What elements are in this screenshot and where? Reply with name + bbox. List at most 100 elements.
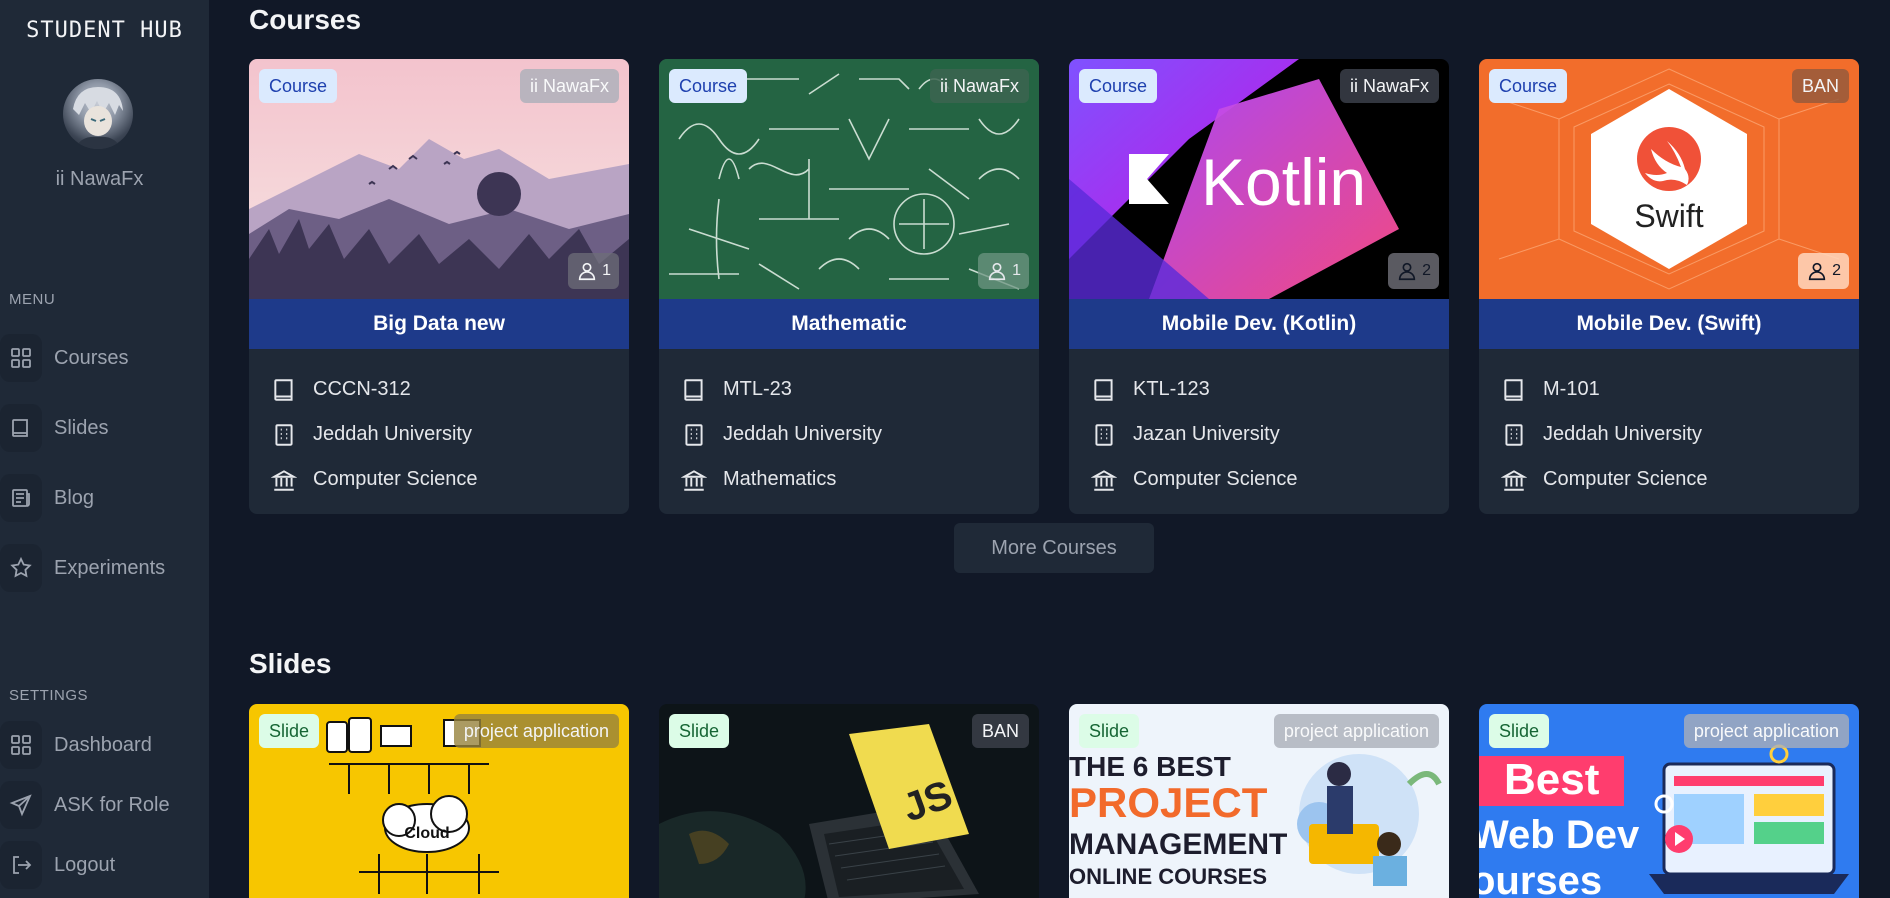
book-icon [1504,378,1523,401]
sidebar-item-label: Logout [54,853,116,876]
book-icon [274,378,293,401]
slide-card[interactable]: JS Slide BAN [659,704,1039,898]
university-name: Jeddah University [723,423,882,445]
university-name: Jeddah University [1543,423,1702,445]
sidebar-item-slides[interactable]: Slides [0,402,209,454]
sidebar-item-label: ASK for Role [54,793,170,816]
cloud-label: Cloud [404,825,449,842]
more-courses-button[interactable]: More Courses [954,523,1154,573]
department-name: Computer Science [1133,468,1298,490]
members-count: 2 [1422,262,1431,279]
institution-icon [681,469,707,491]
slide-card[interactable]: Cloud Slide project application [249,704,629,898]
avatar[interactable] [63,79,133,149]
building-icon [1505,423,1523,446]
logout-icon [0,841,42,889]
sidebar-item-label: Courses [54,346,129,369]
sidebar-item-dashboard[interactable]: Dashboard [0,719,209,771]
owner-badge: project application [453,714,619,748]
institution-icon [1091,469,1117,491]
slide-headline-4: ONLINE COURSES [1069,864,1267,889]
courses-section-title: Courses [249,4,362,35]
slide-headline-3: MANAGEMENT [1069,828,1287,861]
user-icon [1398,262,1416,281]
sidebar-item-experiments[interactable]: Experiments [0,542,209,594]
book-icon [684,378,703,401]
course-card[interactable]: Kotlin Course ii NawaFx 2 Mobile Dev. (K… [1069,59,1449,514]
sidebar-item-label: Experiments [54,556,166,579]
course-image: Course ii NawaFx 1 [659,59,1039,299]
members-badge: 2 [1798,253,1849,289]
slide-headline-1: THE 6 BEST [1069,751,1231,782]
newspaper-icon [0,474,42,522]
course-title: Mobile Dev. (Kotlin) [1069,299,1449,349]
members-badge: 2 [1388,253,1439,289]
building-icon [685,423,703,446]
department-name: Mathematics [723,468,837,490]
members-badge: 1 [568,253,619,289]
institution-icon [271,469,297,491]
owner-badge: BAN [971,714,1029,748]
grid-icon [0,334,42,382]
swift-logo-text: Swift [1634,198,1703,234]
university-name: Jeddah University [313,423,472,445]
owner-badge: ii NawaFx [519,69,619,103]
members-count: 2 [1832,262,1841,279]
user-icon [1808,262,1826,281]
sidebar-item-label: Dashboard [54,733,152,756]
course-title: Mobile Dev. (Swift) [1479,299,1859,349]
type-badge: Course [669,69,748,103]
building-icon [1095,423,1113,446]
sidebar-item-logout[interactable]: Logout [0,839,209,891]
book-icon [0,404,42,452]
settings-section-label: SETTINGS [9,687,89,704]
kotlin-logo-text: Kotlin [1201,145,1366,219]
sidebar-item-label: Slides [54,416,109,439]
menu-section-label: MENU [9,291,56,308]
owner-badge: ii NawaFx [929,69,1029,103]
slide-headline-1: Best [1504,755,1600,804]
course-card[interactable]: Course ii NawaFx 1 Big Data new CCCN-312… [249,59,629,514]
sidebar-item-blog[interactable]: Blog [0,472,209,524]
course-code: M-101 [1543,378,1600,400]
slide-headline-3: ourses [1479,859,1602,898]
owner-badge: BAN [1791,69,1849,103]
slide-headline-2: Web Dev [1479,813,1640,857]
course-card[interactable]: Course ii NawaFx 1 Mathematic MTL-23 Jed… [659,59,1039,514]
members-badge: 1 [978,253,1029,289]
send-icon [0,781,42,829]
course-code: MTL-23 [723,378,792,400]
owner-badge: ii NawaFx [1339,69,1439,103]
owner-badge: project application [1683,714,1849,748]
owner-badge: project application [1273,714,1439,748]
brand-title: STUDENT HUB [26,18,183,43]
type-badge: Course [1079,69,1158,103]
course-image: Swift Course BAN 2 [1479,59,1859,299]
type-badge: Slide [259,714,320,748]
slide-card[interactable]: Best Web Dev ourses Slide project applic… [1479,704,1859,898]
slide-card[interactable]: THE 6 BEST PROJECT MANAGEMENT ONLINE COU… [1069,704,1449,898]
course-title: Mathematic [659,299,1039,349]
department-name: Computer Science [1543,468,1708,490]
star-icon [0,544,42,592]
institution-icon [1501,469,1527,491]
main-content: Courses Course ii NawaFx 1 Big Data new [209,0,1890,898]
course-title: Big Data new [249,299,629,349]
sidebar-item-courses[interactable]: Courses [0,332,209,384]
course-card[interactable]: Swift Course BAN 2 Mobile Dev. (Swift) M… [1479,59,1859,514]
sidebar-item-ask-for-role[interactable]: ASK for Role [0,779,209,831]
members-count: 1 [602,262,611,279]
user-icon [988,262,1006,281]
sidebar-item-label: Blog [54,486,95,509]
type-badge: Slide [1079,714,1140,748]
type-badge: Course [259,69,338,103]
type-badge: Course [1489,69,1568,103]
username: ii NawaFx [55,168,144,190]
university-name: Jazan University [1133,423,1280,445]
course-code: KTL-123 [1133,378,1210,400]
book-icon [1094,378,1113,401]
course-image: Course ii NawaFx 1 [249,59,629,299]
grid-icon [0,721,42,769]
course-image: Kotlin Course ii NawaFx 2 [1069,59,1449,299]
course-code: CCCN-312 [313,378,411,400]
